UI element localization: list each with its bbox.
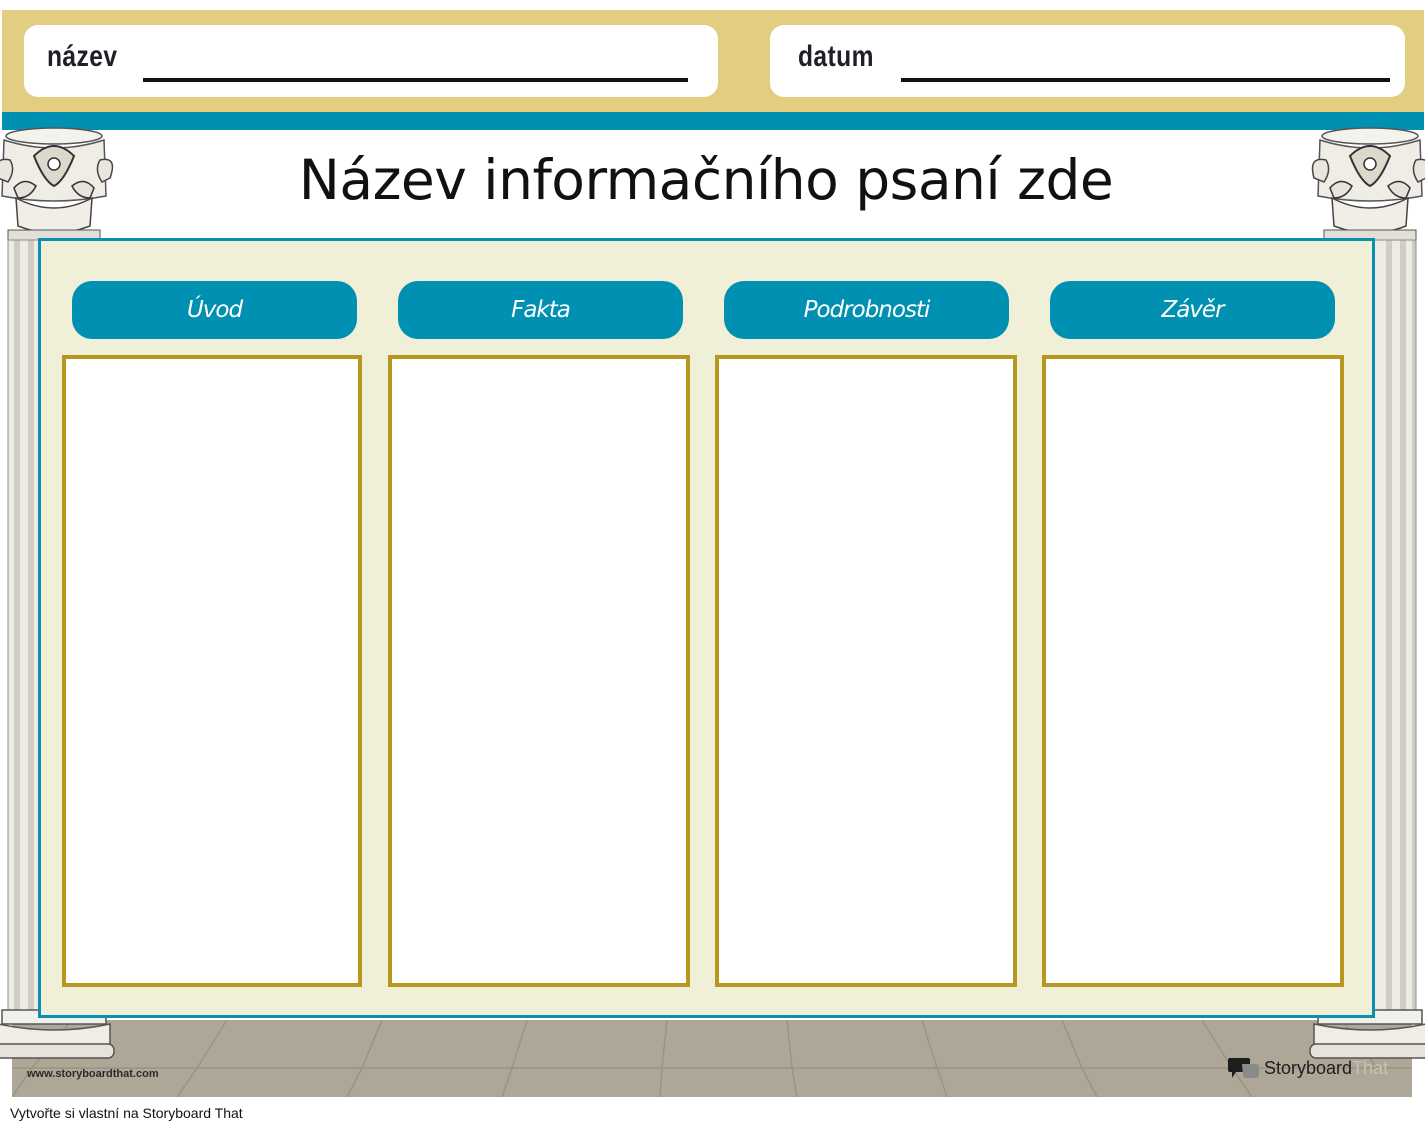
column-header-label: Podrobnosti — [803, 297, 931, 323]
name-label: název — [47, 40, 118, 73]
name-field[interactable] — [24, 25, 718, 97]
date-writing-line[interactable] — [901, 78, 1390, 82]
column-header-facts[interactable]: Fakta — [398, 281, 683, 339]
writing-box-facts[interactable] — [388, 355, 690, 987]
writing-box-intro[interactable] — [62, 355, 362, 987]
column-header-label: Závěr — [1161, 297, 1224, 323]
create-your-own-note[interactable]: Vytvořte si vlastní na Storyboard That — [10, 1105, 243, 1121]
worksheet-title[interactable]: Název informačního psaní zde — [200, 148, 1212, 212]
storyboardthat-logo: Storyboard That — [1228, 1056, 1388, 1080]
logo-word-storyboard: Storyboard — [1264, 1057, 1353, 1078]
speech-bubble-icon — [1228, 1058, 1259, 1078]
column-header-conclusion[interactable]: Závěr — [1050, 281, 1335, 339]
writing-box-details[interactable] — [715, 355, 1017, 987]
header-divider-strip — [2, 112, 1424, 130]
date-label: datum — [798, 40, 874, 73]
writing-box-conclusion[interactable] — [1042, 355, 1344, 987]
logo-word-that: That — [1352, 1057, 1389, 1078]
column-header-label: Fakta — [511, 297, 571, 323]
name-writing-line[interactable] — [143, 78, 688, 82]
website-url: www.storyboardthat.com — [27, 1068, 159, 1080]
column-header-label: Úvod — [186, 297, 243, 323]
column-header-details[interactable]: Podrobnosti — [724, 281, 1009, 339]
tiled-floor — [12, 1020, 1412, 1097]
column-header-intro[interactable]: Úvod — [72, 281, 357, 339]
